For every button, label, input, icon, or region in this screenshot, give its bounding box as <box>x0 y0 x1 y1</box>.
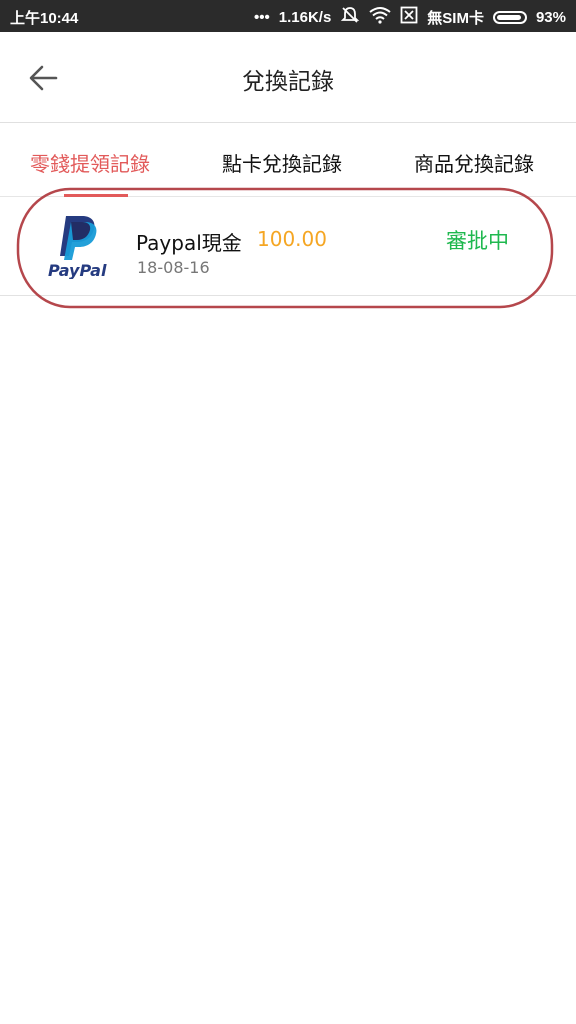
tab-product[interactable]: 商品兌換記錄 <box>414 148 534 177</box>
more-dots: ••• <box>253 8 270 26</box>
carrier-label: 無SIM卡 <box>427 9 484 27</box>
app-screen: 上午10:44 ••• 1.16K/s 無SIM卡 93% 兌換記錄 零錢提領記… <box>0 0 576 1024</box>
record-status: 審批中 <box>446 229 509 253</box>
record-title: Paypal現金 <box>136 231 242 255</box>
record-date: 18-08-16 <box>137 258 210 277</box>
tab-cash-withdrawal[interactable]: 零錢提領記錄 <box>30 148 150 177</box>
bell-off-icon <box>340 6 360 28</box>
record-list: PayPal Paypal現金 100.00 18-08-16 審批中 <box>0 197 576 296</box>
battery-icon <box>492 10 527 24</box>
paypal-wordmark: PayPal <box>48 261 107 279</box>
status-time: 上午10:44 <box>10 10 79 27</box>
app-header: 兌換記錄 <box>0 32 576 123</box>
wifi-icon <box>369 6 391 28</box>
page-title: 兌換記錄 <box>242 69 334 95</box>
tab-point-card[interactable]: 點卡兌換記錄 <box>222 148 342 177</box>
network-speed: 1.16K/s <box>278 8 332 26</box>
battery-percent: 93% <box>535 8 566 26</box>
status-icons: ••• 1.16K/s 無SIM卡 93% <box>254 6 566 28</box>
status-bar: 上午10:44 ••• 1.16K/s 無SIM卡 93% <box>0 0 576 32</box>
record-amount: 100.00 <box>257 227 327 251</box>
tab-bar: 零錢提領記錄 點卡兌換記錄 商品兌換記錄 <box>0 123 576 197</box>
list-item[interactable]: PayPal Paypal現金 100.00 18-08-16 審批中 <box>0 197 576 296</box>
paypal-logo: PayPal <box>44 213 116 280</box>
sim-x-icon <box>400 6 418 28</box>
